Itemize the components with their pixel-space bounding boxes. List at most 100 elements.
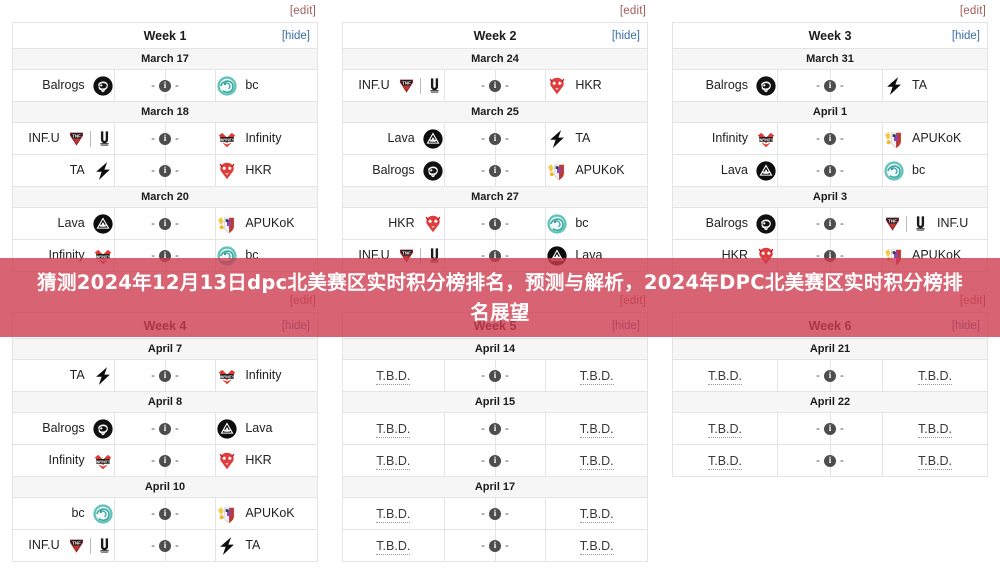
hide-link[interactable]: [hide]: [952, 30, 980, 42]
score-cell: -i-: [113, 412, 217, 445]
team-name[interactable]: HKR: [575, 79, 601, 92]
info-icon[interactable]: i: [824, 164, 836, 177]
team-name[interactable]: TA: [245, 539, 260, 552]
team-name[interactable]: TA: [70, 164, 85, 177]
balrogs-logo: [755, 75, 777, 97]
team-left-cell: T.B.D.: [672, 444, 778, 477]
team-name[interactable]: APUKoK: [245, 217, 294, 230]
date-label: April 21: [672, 338, 988, 360]
info-icon[interactable]: i: [824, 369, 836, 382]
info-icon[interactable]: i: [824, 454, 836, 467]
team-name[interactable]: Lava: [388, 132, 415, 145]
team-name[interactable]: INF.U: [937, 217, 968, 230]
bc-logo: [92, 503, 114, 525]
info-icon[interactable]: i: [158, 369, 171, 382]
score-cell: -i-: [113, 497, 217, 530]
score-cell: -i-: [113, 154, 217, 187]
info-icon[interactable]: i: [488, 79, 501, 92]
edit-link[interactable]: [edit]: [960, 5, 986, 17]
team-name[interactable]: bc: [912, 164, 925, 177]
info-icon[interactable]: i: [824, 422, 836, 435]
hkr-logo: [217, 450, 239, 472]
score-right: -: [840, 164, 844, 177]
score-cell: -i-: [443, 122, 547, 155]
info-icon[interactable]: i: [488, 507, 501, 520]
team-name[interactable]: Infinity: [245, 132, 281, 145]
info-icon[interactable]: i: [824, 132, 836, 145]
team-name[interactable]: TA: [70, 369, 85, 382]
info-icon[interactable]: i: [158, 422, 171, 435]
info-icon[interactable]: i: [488, 369, 501, 382]
team-name[interactable]: Lava: [721, 164, 748, 177]
team-name[interactable]: TA: [912, 79, 927, 92]
edit-link[interactable]: [edit]: [620, 5, 646, 17]
hkr-logo: [217, 160, 239, 182]
info-icon[interactable]: i: [488, 132, 501, 145]
team-name[interactable]: INF.U: [28, 132, 59, 145]
match-row: T.B.D. - i - T.B.D.: [672, 444, 988, 477]
team-name[interactable]: HKR: [245, 164, 271, 177]
svg-text:INFINITY: INFINITY: [220, 374, 235, 378]
info-icon[interactable]: i: [488, 539, 501, 552]
team-name[interactable]: Lava: [58, 217, 85, 230]
info-icon[interactable]: i: [158, 132, 171, 145]
team-name[interactable]: Infinity: [245, 369, 281, 382]
team-name[interactable]: Balrogs: [706, 79, 748, 92]
team-name[interactable]: HKR: [245, 454, 271, 467]
info-icon[interactable]: i: [158, 217, 171, 230]
info-icon[interactable]: i: [158, 79, 171, 92]
team-name[interactable]: TA: [575, 132, 590, 145]
edit-link[interactable]: [edit]: [290, 5, 316, 17]
team-name[interactable]: bc: [245, 79, 258, 92]
score-left: -: [151, 422, 155, 435]
week-title-cell: Week 1 [hide]: [12, 22, 318, 49]
team-name[interactable]: Infinity: [49, 454, 85, 467]
team-name[interactable]: APUKoK: [245, 507, 294, 520]
info-icon[interactable]: i: [824, 79, 836, 92]
team-name[interactable]: APUKoK: [575, 164, 624, 177]
hide-link[interactable]: [hide]: [612, 30, 640, 42]
team-name[interactable]: INF.U: [358, 79, 389, 92]
info-icon[interactable]: i: [488, 422, 501, 435]
score-right: -: [504, 164, 509, 177]
team-name[interactable]: INF.U: [28, 539, 59, 552]
score-left: -: [151, 539, 155, 552]
team-right-cell: T.B.D.: [882, 444, 988, 477]
team-name[interactable]: Infinity: [712, 132, 748, 145]
score-cell: -i-: [113, 122, 217, 155]
team-name[interactable]: bc: [71, 507, 84, 520]
score-cell: -i-: [113, 444, 217, 477]
team-name[interactable]: APUKoK: [912, 132, 961, 145]
week-header-row: Week 1 [hide]: [12, 22, 318, 49]
week-title: Week 1: [143, 28, 187, 43]
info-icon[interactable]: i: [158, 454, 171, 467]
team-name[interactable]: Balrogs: [42, 79, 84, 92]
info-icon[interactable]: i: [488, 164, 501, 177]
score-cell: -i-: [777, 69, 883, 102]
ta-logo: [92, 160, 114, 182]
info-icon[interactable]: i: [158, 507, 171, 520]
hide-link[interactable]: [hide]: [282, 30, 310, 42]
team-name[interactable]: HKR: [388, 217, 414, 230]
date-row: April 3: [672, 186, 988, 208]
tbd-team: T.B.D.: [376, 368, 411, 385]
match-row: Lava - i - TA: [342, 122, 648, 155]
team-name[interactable]: Balrogs: [42, 422, 84, 435]
info-icon[interactable]: i: [158, 164, 171, 177]
team-name[interactable]: Balrogs: [706, 217, 748, 230]
score-cell: -i-: [443, 359, 547, 392]
date-row: April 14: [342, 338, 648, 360]
week-title: Week 3: [808, 28, 852, 43]
team-right-cell: HKR: [545, 69, 648, 102]
info-icon[interactable]: i: [488, 454, 501, 467]
team-name[interactable]: Balrogs: [372, 164, 414, 177]
score-right: -: [504, 454, 509, 467]
team-name[interactable]: Lava: [245, 422, 272, 435]
team-name[interactable]: bc: [575, 217, 588, 230]
info-icon[interactable]: i: [158, 539, 171, 552]
lava-logo: [92, 213, 114, 235]
svg-text:INFINITY: INFINITY: [96, 459, 111, 463]
info-icon[interactable]: i: [488, 217, 501, 230]
team-left-cell: T.B.D.: [342, 359, 445, 392]
info-icon[interactable]: i: [824, 217, 836, 230]
